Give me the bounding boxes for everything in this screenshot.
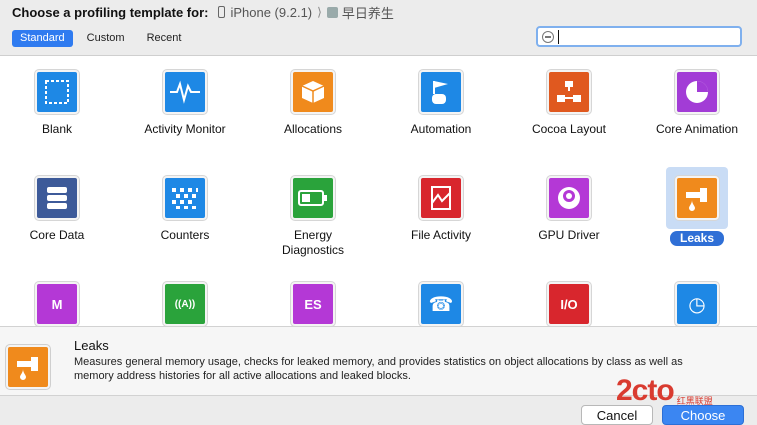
template-grid: Blank Activity Monitor Allocations Autom…	[0, 56, 757, 326]
template-cocoa-layout[interactable]: Cocoa Layout	[505, 68, 633, 137]
template-energy-diagnostics[interactable]: Energy Diagnostics	[249, 174, 377, 258]
template-metal-system-trace[interactable]: M	[0, 280, 121, 326]
blank-icon	[35, 70, 79, 114]
template-label: Activity Monitor	[144, 122, 226, 136]
system-trace-icon: ☎	[419, 282, 463, 326]
template-network[interactable]: ((A))	[121, 280, 249, 326]
core-data-icon	[35, 176, 79, 220]
energy-diagnostics-icon	[291, 176, 335, 220]
dialog-title: Choose a profiling template for:	[12, 4, 209, 20]
template-leaks[interactable]: Leaks	[633, 167, 757, 247]
watermark-logo: 2cto	[616, 374, 675, 407]
app-label: 早日养生	[341, 5, 394, 21]
template-core-animation[interactable]: Core Animation	[633, 68, 757, 137]
chevron-right-icon: ⟩	[317, 5, 322, 19]
watermark: 2cto 红黑联盟	[616, 374, 713, 407]
template-tabs: Standard Custom Recent	[12, 30, 195, 47]
template-system-trace[interactable]: ☎	[377, 280, 505, 326]
template-core-data[interactable]: Core Data	[0, 174, 121, 243]
cocoa-layout-icon	[547, 70, 591, 114]
template-label: Allocations	[283, 122, 343, 136]
template-allocations[interactable]: Allocations	[249, 68, 377, 137]
template-label: Blank	[41, 122, 73, 136]
choose-button[interactable]: Choose	[662, 405, 744, 425]
template-counters[interactable]: Counters	[121, 174, 249, 243]
template-file-activity[interactable]: File Activity	[377, 174, 505, 243]
allocations-icon	[291, 70, 335, 114]
template-label: Core Data	[29, 228, 85, 242]
template-label: File Activity	[410, 228, 471, 242]
tab-recent[interactable]: Recent	[139, 30, 190, 47]
device-selector[interactable]: iPhone (9.2.1) ⟩ 早日养生	[218, 3, 394, 22]
search-filter-icon	[542, 30, 554, 43]
iphone-icon	[218, 6, 226, 18]
opengl-es-icon: ES	[291, 282, 335, 326]
core-animation-icon	[675, 70, 719, 114]
template-activity-monitor[interactable]: Activity Monitor	[121, 68, 249, 137]
leaks-icon	[6, 345, 50, 389]
template-label: Automation	[410, 122, 472, 136]
template-time-profiler[interactable]: ◷	[633, 280, 757, 326]
tab-custom[interactable]: Custom	[79, 30, 133, 47]
file-activity-icon	[419, 176, 463, 220]
template-system-usage[interactable]: I/O	[505, 280, 633, 326]
template-gpu-driver[interactable]: GPU Driver	[505, 174, 633, 243]
network-icon: ((A))	[163, 282, 207, 326]
search-input[interactable]	[558, 29, 728, 44]
activity-monitor-icon	[163, 70, 207, 114]
metal-system-trace-icon: M	[35, 282, 79, 326]
template-label: GPU Driver	[538, 228, 600, 242]
search-field[interactable]	[536, 26, 742, 47]
toolbar: Standard Custom Recent	[0, 24, 757, 56]
template-blank[interactable]: Blank	[0, 68, 121, 137]
template-label: Cocoa Layout	[531, 122, 607, 136]
template-label: Core Animation	[655, 122, 739, 136]
template-label: Leaks	[669, 231, 725, 246]
tab-standard[interactable]: Standard	[12, 30, 73, 47]
app-icon	[326, 6, 338, 18]
template-automation[interactable]: Automation	[377, 68, 505, 137]
system-usage-icon: I/O	[547, 282, 591, 326]
detail-title: Leaks	[74, 338, 109, 353]
template-label: Energy Diagnostics	[281, 228, 345, 257]
watermark-text: 红黑联盟	[676, 396, 713, 406]
automation-icon	[419, 70, 463, 114]
cancel-button[interactable]: Cancel	[581, 405, 653, 425]
counters-icon	[163, 176, 207, 220]
leaks-icon	[675, 176, 719, 220]
template-label: Counters	[160, 228, 210, 242]
template-opengl-es[interactable]: ES	[249, 280, 377, 326]
time-profiler-icon: ◷	[675, 282, 719, 326]
title-bar: Choose a profiling template for: iPhone …	[0, 0, 757, 24]
gpu-driver-icon	[547, 176, 591, 220]
device-label: iPhone (9.2.1)	[230, 4, 313, 20]
